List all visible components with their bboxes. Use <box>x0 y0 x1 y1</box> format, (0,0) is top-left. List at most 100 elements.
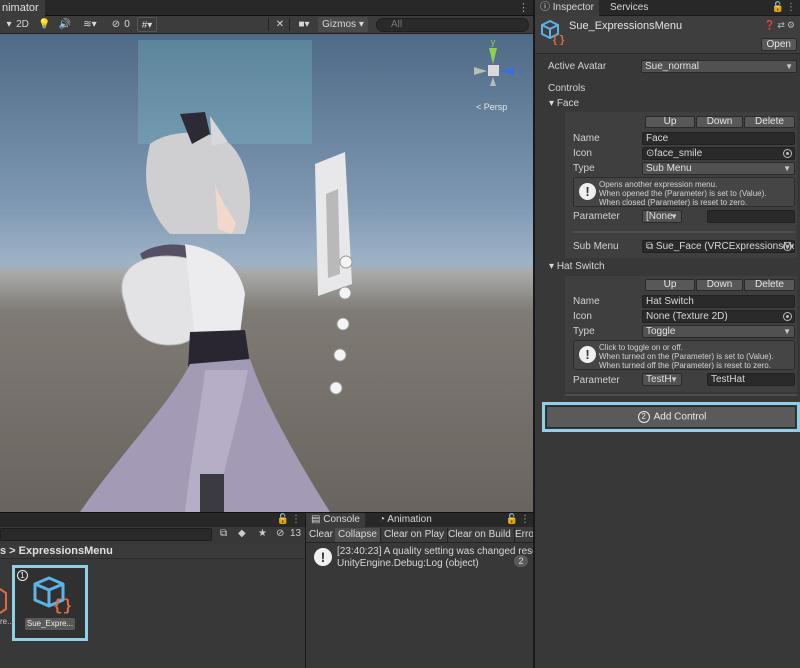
lighting-icon[interactable]: 💡 <box>38 17 50 32</box>
chevron-down-icon: ▼ <box>670 375 678 384</box>
visibility-icon[interactable]: ⊘ <box>110 17 122 32</box>
hat-parameter-value-field[interactable]: TestHat <box>707 373 795 386</box>
face-parameter-dropdown[interactable]: [None ▼ <box>642 210 682 223</box>
hat-delete-button[interactable]: Delete <box>744 279 795 291</box>
separator <box>565 394 797 396</box>
active-avatar-value: Sue_normal <box>645 61 699 72</box>
project-search-input[interactable] <box>0 528 212 541</box>
chevron-down-icon: ▼ <box>783 327 791 336</box>
add-control-button[interactable]: 2 Add Control <box>546 406 796 428</box>
header-settings-icons[interactable]: ❓⇄⚙ <box>764 20 797 31</box>
face-type-dropdown[interactable]: Sub Menu ▼ <box>642 162 795 175</box>
svg-text:{}: {} <box>552 35 565 45</box>
grid-icon[interactable]: #▾ <box>137 17 157 32</box>
face-submenu-field[interactable]: ⧉ Sue_Face (VRCExpressionsMe <box>642 240 795 253</box>
help-line: When closed (Parameter) is reset to zero… <box>599 198 748 207</box>
foldout-face[interactable]: ▾ Face <box>549 98 579 109</box>
object-picker-icon[interactable] <box>783 242 792 251</box>
hat-type-dropdown[interactable]: Toggle ▼ <box>642 325 795 338</box>
project-tabbar: 🔓 ⋮ <box>0 513 305 527</box>
hidden-packages-icon[interactable]: ⊘ <box>276 528 284 539</box>
kebab-menu-icon[interactable]: ⋮ <box>518 0 529 16</box>
clear-button[interactable]: Clear <box>306 528 337 542</box>
favorite-icon[interactable]: ★ <box>258 528 267 539</box>
tab-inspector[interactable]: ⓘ Inspector <box>535 0 599 16</box>
face-type-value: Sub Menu <box>646 163 692 174</box>
hat-parameter-dropdown[interactable]: TestH ▼ <box>642 373 682 386</box>
tab-console-label: Console <box>323 514 360 525</box>
face-up-button[interactable]: Up <box>645 116 695 128</box>
active-avatar-dropdown[interactable]: Sue_normal ▼ <box>641 60 797 73</box>
face-name-label: Name <box>573 133 600 144</box>
lock-icon[interactable]: 🔓 <box>277 513 289 527</box>
separator <box>573 231 795 233</box>
draw-mode-icon[interactable]: ▾ <box>4 17 14 32</box>
foldout-hat-switch[interactable]: ▾ Hat Switch <box>549 261 605 272</box>
add-control-highlight: 2 Add Control <box>542 402 800 432</box>
hat-type-value: Toggle <box>646 326 676 337</box>
camera-icon[interactable]: ■▾ <box>294 17 314 32</box>
expressions-menu-asset-icon: {} <box>541 20 565 45</box>
effects-icon[interactable]: ≋▾ <box>80 17 100 32</box>
open-button[interactable]: Open <box>760 38 797 51</box>
tab-animator[interactable]: nimator <box>0 0 45 16</box>
asset-label: Sue_Expre... <box>25 618 75 630</box>
hidden-packages-count: 13 <box>290 528 302 539</box>
menu-panel-content <box>326 189 340 278</box>
tools-icon[interactable]: ✕ <box>274 17 286 32</box>
object-picker-icon[interactable] <box>783 312 792 321</box>
lock-icon[interactable]: 🔓 <box>506 513 518 527</box>
scene-search-input[interactable]: All <box>376 18 529 32</box>
log-entry[interactable]: ! [23:40:23] A quality setting was chang… <box>306 545 534 575</box>
face-name-field[interactable]: Face <box>642 132 795 145</box>
face-parameter-value-field[interactable] <box>707 210 795 223</box>
chevron-down-icon: ▼ <box>783 164 791 173</box>
face-helpbox: ! Opens another expression menu. When op… <box>573 177 795 207</box>
scene-viewport[interactable]: y z < Persp <box>0 34 533 512</box>
info-icon: ! <box>579 183 596 200</box>
tab-console[interactable]: ▤ Console <box>306 513 365 527</box>
hat-icon-field[interactable]: None (Texture 2D) <box>642 310 795 323</box>
face-down-button[interactable]: Down <box>696 116 743 128</box>
filter-type-icon[interactable]: ⧉ <box>220 528 227 539</box>
breadcrumb[interactable]: s > ExpressionsMenu <box>0 544 305 559</box>
asset-partial-icon[interactable] <box>0 585 10 617</box>
help-line: Opens another expression menu. <box>599 180 718 189</box>
console-tabbar: ▤ Console ◔ Animation 🔓 ⋮ <box>306 513 534 527</box>
kebab-menu-icon[interactable]: ⋮ <box>786 0 796 16</box>
axis-y-label: y <box>491 37 496 47</box>
asset-partial-label: re... <box>0 617 14 626</box>
scene-toolbar: ▾ 2D 💡 🔊 ≋▾ ⊘ 0 #▾ ✕ ■▾ Gizmos ▾ All <box>0 16 533 34</box>
camera-bounds <box>138 40 312 144</box>
face-icon-field[interactable]: ⊙face_smile <box>642 147 795 160</box>
face-parameter-value: [None <box>646 211 673 222</box>
clear-on-play-button[interactable]: Clear on Play <box>381 528 449 542</box>
face-delete-button[interactable]: Delete <box>744 116 795 128</box>
tab-animation-label: Animation <box>387 514 432 525</box>
tab-inspector-label: Inspector <box>552 2 594 13</box>
persp-label: < Persp <box>476 102 507 112</box>
audio-icon[interactable]: 🔊 <box>58 17 72 32</box>
collapse-button[interactable]: Collapse <box>335 528 381 542</box>
hat-down-button[interactable]: Down <box>696 279 743 291</box>
kebab-menu-icon[interactable]: ⋮ <box>520 513 530 527</box>
hat-parameter-label: Parameter <box>573 375 620 386</box>
face-submenu-value: Sue_Face (VRCExpressionsMe <box>655 241 795 252</box>
tab-animation[interactable]: ◔ Animation <box>374 513 437 527</box>
inspector-tabbar: ⓘ Inspector Services 🔓 ⋮ <box>535 0 800 16</box>
lock-icon[interactable]: 🔓 <box>772 0 784 16</box>
object-picker-icon[interactable] <box>783 149 792 158</box>
mode-2d-button[interactable]: 2D <box>15 17 30 32</box>
asset-tile-expressions-menu[interactable]: 1 {} Sue_Expre... <box>12 565 88 641</box>
clear-on-build-button[interactable]: Clear on Build <box>445 528 515 542</box>
scene-tabbar: nimator ⋮ <box>0 0 533 16</box>
help-line: Click to toggle on or off. <box>599 343 683 352</box>
hat-up-button[interactable]: Up <box>645 279 695 291</box>
gizmos-label: Gizmos <box>322 19 357 30</box>
tab-services[interactable]: Services <box>605 0 653 16</box>
hat-name-field[interactable]: Hat Switch <box>642 295 795 308</box>
hat-icon-label: Icon <box>573 311 592 322</box>
filter-label-icon[interactable]: ◆ <box>238 528 246 539</box>
gizmos-dropdown[interactable]: Gizmos ▾ <box>318 17 368 32</box>
kebab-menu-icon[interactable]: ⋮ <box>291 513 301 527</box>
